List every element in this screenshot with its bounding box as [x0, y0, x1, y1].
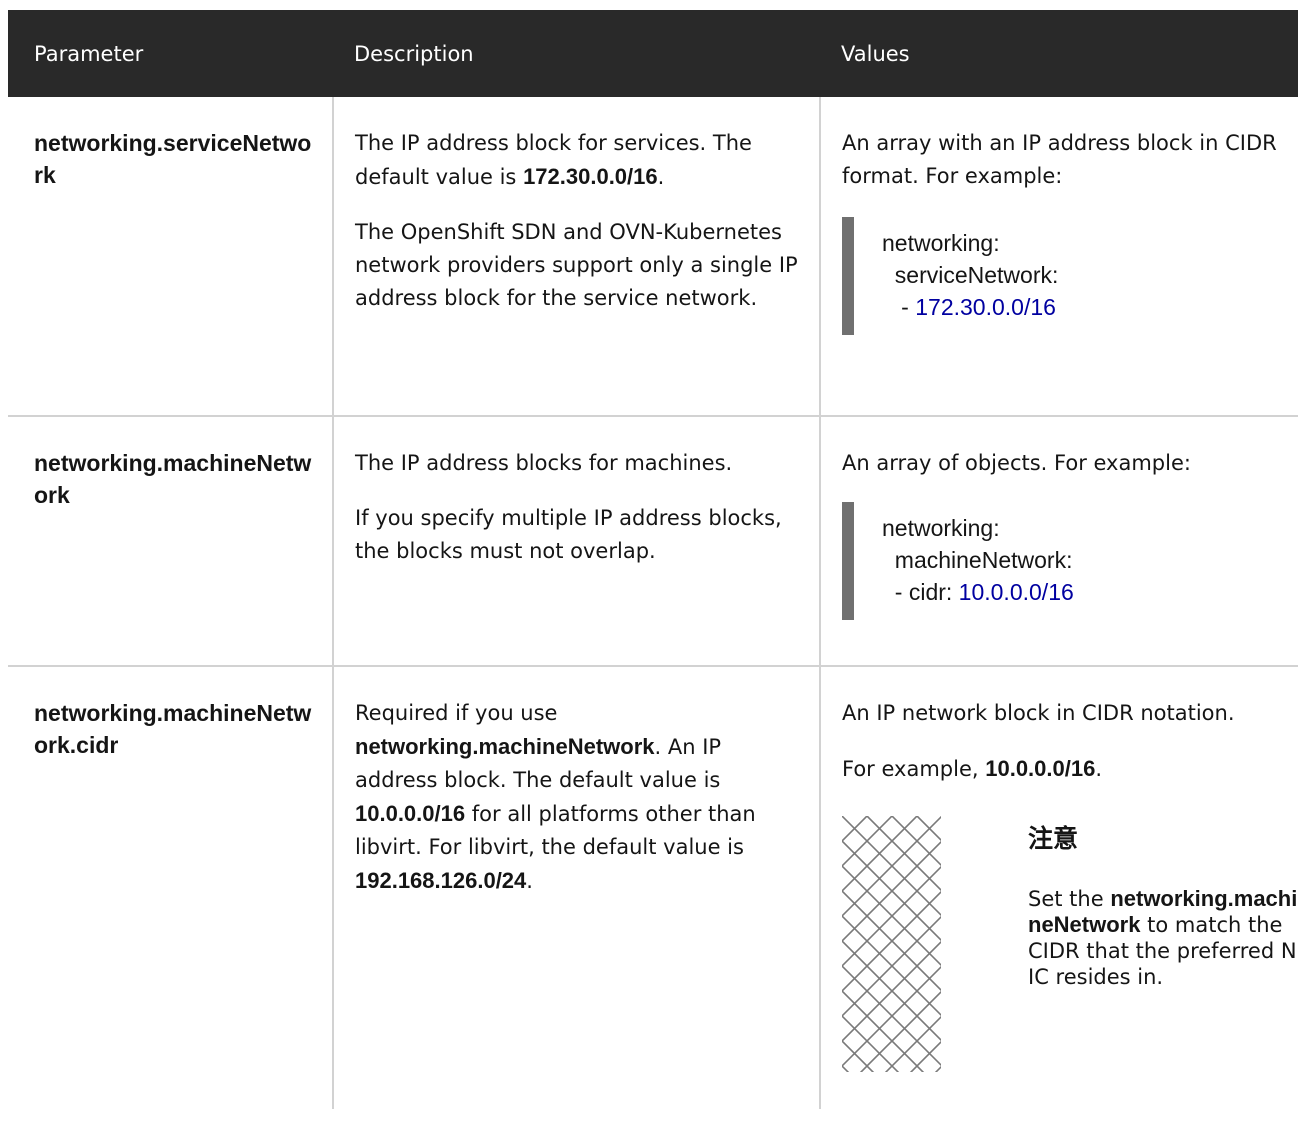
param-cell: networking.serviceNetwork: [8, 97, 334, 417]
param-name: networking.serviceNetwork: [34, 130, 312, 188]
values-text: An array with an IP address block in CID…: [842, 131, 1277, 188]
table-header: Parameter Description Values: [8, 10, 1298, 97]
description-paragraph: Required if you use networking.machineNe…: [355, 697, 803, 898]
code-block: networking: machineNetwork: - cidr: 10.0…: [842, 502, 1286, 620]
desc-text: .: [526, 869, 533, 893]
libvirt-default-value: 192.168.126.0/24: [355, 868, 527, 893]
code-line: - cidr:: [882, 579, 959, 605]
values-cell: An array of objects. For example: networ…: [820, 416, 1298, 667]
example-value: 10.0.0.0/16: [985, 756, 1096, 781]
code-line: -: [882, 294, 916, 320]
param-reference: networking.machineNetwork: [355, 734, 655, 759]
code-value: 10.0.0.0/16: [958, 579, 1074, 605]
code-value: 172.30.0.0/16: [915, 294, 1056, 320]
parameter-table: Parameter Description Values networking.…: [8, 10, 1298, 1109]
header-parameter: Parameter: [8, 10, 333, 97]
param-cell: networking.machineNetwork.cidr: [8, 666, 334, 1109]
table-row: networking.machineNetwork.cidr Required …: [8, 666, 1298, 1109]
description-paragraph: The IP address block for services. The d…: [355, 127, 803, 194]
description-cell: Required if you use networking.machineNe…: [333, 666, 821, 1109]
header-values: Values: [820, 10, 1298, 97]
note-title: 注意: [1028, 824, 1079, 853]
table-row: networking.machineNetwork The IP address…: [8, 416, 1298, 667]
description-cell: The IP address block for services. The d…: [333, 97, 821, 417]
param-name: networking.machineNetwork: [34, 450, 312, 508]
description-paragraph: If you specify multiple IP address block…: [355, 506, 782, 563]
desc-text: .: [1095, 757, 1103, 781]
param-name: networking.machineNetwork.cidr: [34, 700, 312, 758]
desc-text: Required if you use: [355, 701, 558, 725]
values-text: An IP network block in CIDR notation.: [842, 701, 1235, 725]
top-margin: [0, 0, 1298, 10]
values-text: An array of objects. For example:: [842, 451, 1191, 475]
desc-text: Set the: [1028, 887, 1111, 911]
param-cell: networking.machineNetwork: [8, 416, 334, 667]
crosshatch-pattern-icon: [842, 816, 941, 1072]
table-row: networking.serviceNetwork The IP address…: [8, 97, 1298, 417]
header-row: Parameter Description Values: [8, 10, 1298, 97]
code-line: machineNetwork:: [882, 547, 1073, 573]
code-line: serviceNetwork:: [882, 262, 1059, 288]
desc-text: .: [657, 165, 665, 189]
description-paragraph: The OpenShift SDN and OVN-Kubernetes net…: [355, 220, 798, 310]
values-cell: An array with an IP address block in CID…: [820, 97, 1298, 417]
description-cell: The IP address blocks for machines. If y…: [333, 416, 821, 667]
note-text: Set the networking.machineNetwork to mat…: [1028, 886, 1298, 990]
header-description: Description: [333, 10, 820, 97]
values-example: For example, 10.0.0.0/16.: [842, 752, 1286, 786]
description-paragraph: The IP address blocks for machines.: [355, 451, 733, 475]
note-admonition: 注意 Set the networking.machineNetwork to …: [842, 816, 1297, 1081]
desc-text: For example,: [842, 757, 986, 781]
default-value: 172.30.0.0/16: [523, 164, 658, 189]
code-block: networking: serviceNetwork: - 172.30.0.0…: [842, 217, 1286, 335]
code-line: networking:: [882, 515, 1000, 541]
code-line: networking:: [882, 230, 1000, 256]
default-value: 10.0.0.0/16: [355, 801, 466, 826]
values-cell: An IP network block in CIDR notation. Fo…: [820, 666, 1298, 1109]
note-body: 注意 Set the networking.machineNetwork to …: [1028, 816, 1298, 990]
